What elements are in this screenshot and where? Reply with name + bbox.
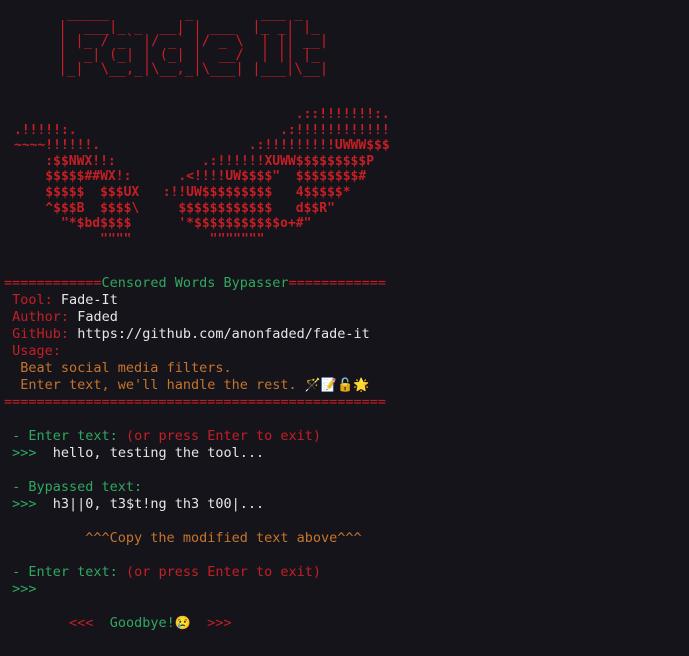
tool-label: Tool: [12,292,53,308]
bypassed-marker: >>> [12,496,37,512]
header-right-rule: ============ [288,275,387,291]
enter-text-prompt-2: - Enter text: (or press Enter to exit) [4,564,684,581]
prompt-hint: (or press Enter to exit) [125,428,322,444]
github-link[interactable]: https://github.com/anonfaded/fade-it [77,326,370,342]
sad-face-icon: 😢 [174,616,191,631]
github-line: GitHub: https://github.com/anonfaded/fad… [4,326,684,343]
author-value: Faded [77,309,118,325]
goodbye-text: Goodbye! [109,615,175,631]
prompt2-hint: (or press Enter to exit) [125,564,322,580]
github-label: GitHub: [12,326,70,342]
header-title: Censored Words Bypasser [101,275,289,291]
copy-note-line: ^^^Copy the modified text above^^^ [4,530,684,547]
prompt-marker: >>> [12,445,37,461]
terminal-window[interactable]: _____ _ ___ _ | ___|_ _ __| | ___ |_ _| … [0,0,689,656]
terminal-output: ============Censored Words Bypasser=====… [4,275,684,632]
usage-line-2: Enter text, we'll handle the rest. 🪄📝🔓🌟 [4,377,684,394]
enter-text-prompt: - Enter text: (or press Enter to exit) [4,428,684,445]
usage-line: Usage: [4,343,684,360]
input-line-2[interactable]: >>> [4,581,684,598]
goodbye-line: <<< Goodbye!😢 >>> [4,615,684,632]
goodbye-right-arrows: >>> [207,615,232,631]
header-left-rule: ============ [4,275,102,291]
prompt2-label: - Enter text: [12,564,118,580]
prompt2-marker: >>> [12,581,37,597]
copy-note: ^^^Copy the modified text above^^^ [85,530,362,546]
bypassed-line: >>> h3||0, t3$t!ng th3 t00|... [4,496,684,513]
header-line: ============Censored Words Bypasser=====… [4,275,684,292]
bypassed-text[interactable]: h3||0, t3$t!ng th3 t00|... [53,496,264,512]
tool-line: Tool: Fade-It [4,292,684,309]
tool-value: Fade-It [60,292,118,308]
input-text: hello, testing the tool... [52,445,265,461]
author-label: Author: [12,309,70,325]
usage-label: Usage: [12,343,61,359]
author-line: Author: Faded [4,309,684,326]
usage-text-1: Beat social media filters. [20,360,232,376]
bypassed-header: - Bypassed text: [4,479,684,496]
goodbye-left-arrows: <<< [69,615,94,631]
mask-ascii-art: .::!!!!!!!:. .!!!!!:. .:!!!!!!!!!!!! ~~~… [14,107,390,247]
fade-it-banner-art: _____ _ ___ _ | ___|_ _ __| | ___ |_ _| … [58,5,329,77]
usage-emoji-icons: 🪄📝🔓🌟 [304,378,370,393]
prompt-label: - Enter text: [12,428,118,444]
usage-text-2: Enter text, we'll handle the rest. [20,377,297,393]
footer-rule: ========================================… [4,394,387,410]
usage-line-1: Beat social media filters. [4,360,684,377]
input-line: >>> hello, testing the tool... [4,445,684,462]
bypassed-label: - Bypassed text: [12,479,143,495]
